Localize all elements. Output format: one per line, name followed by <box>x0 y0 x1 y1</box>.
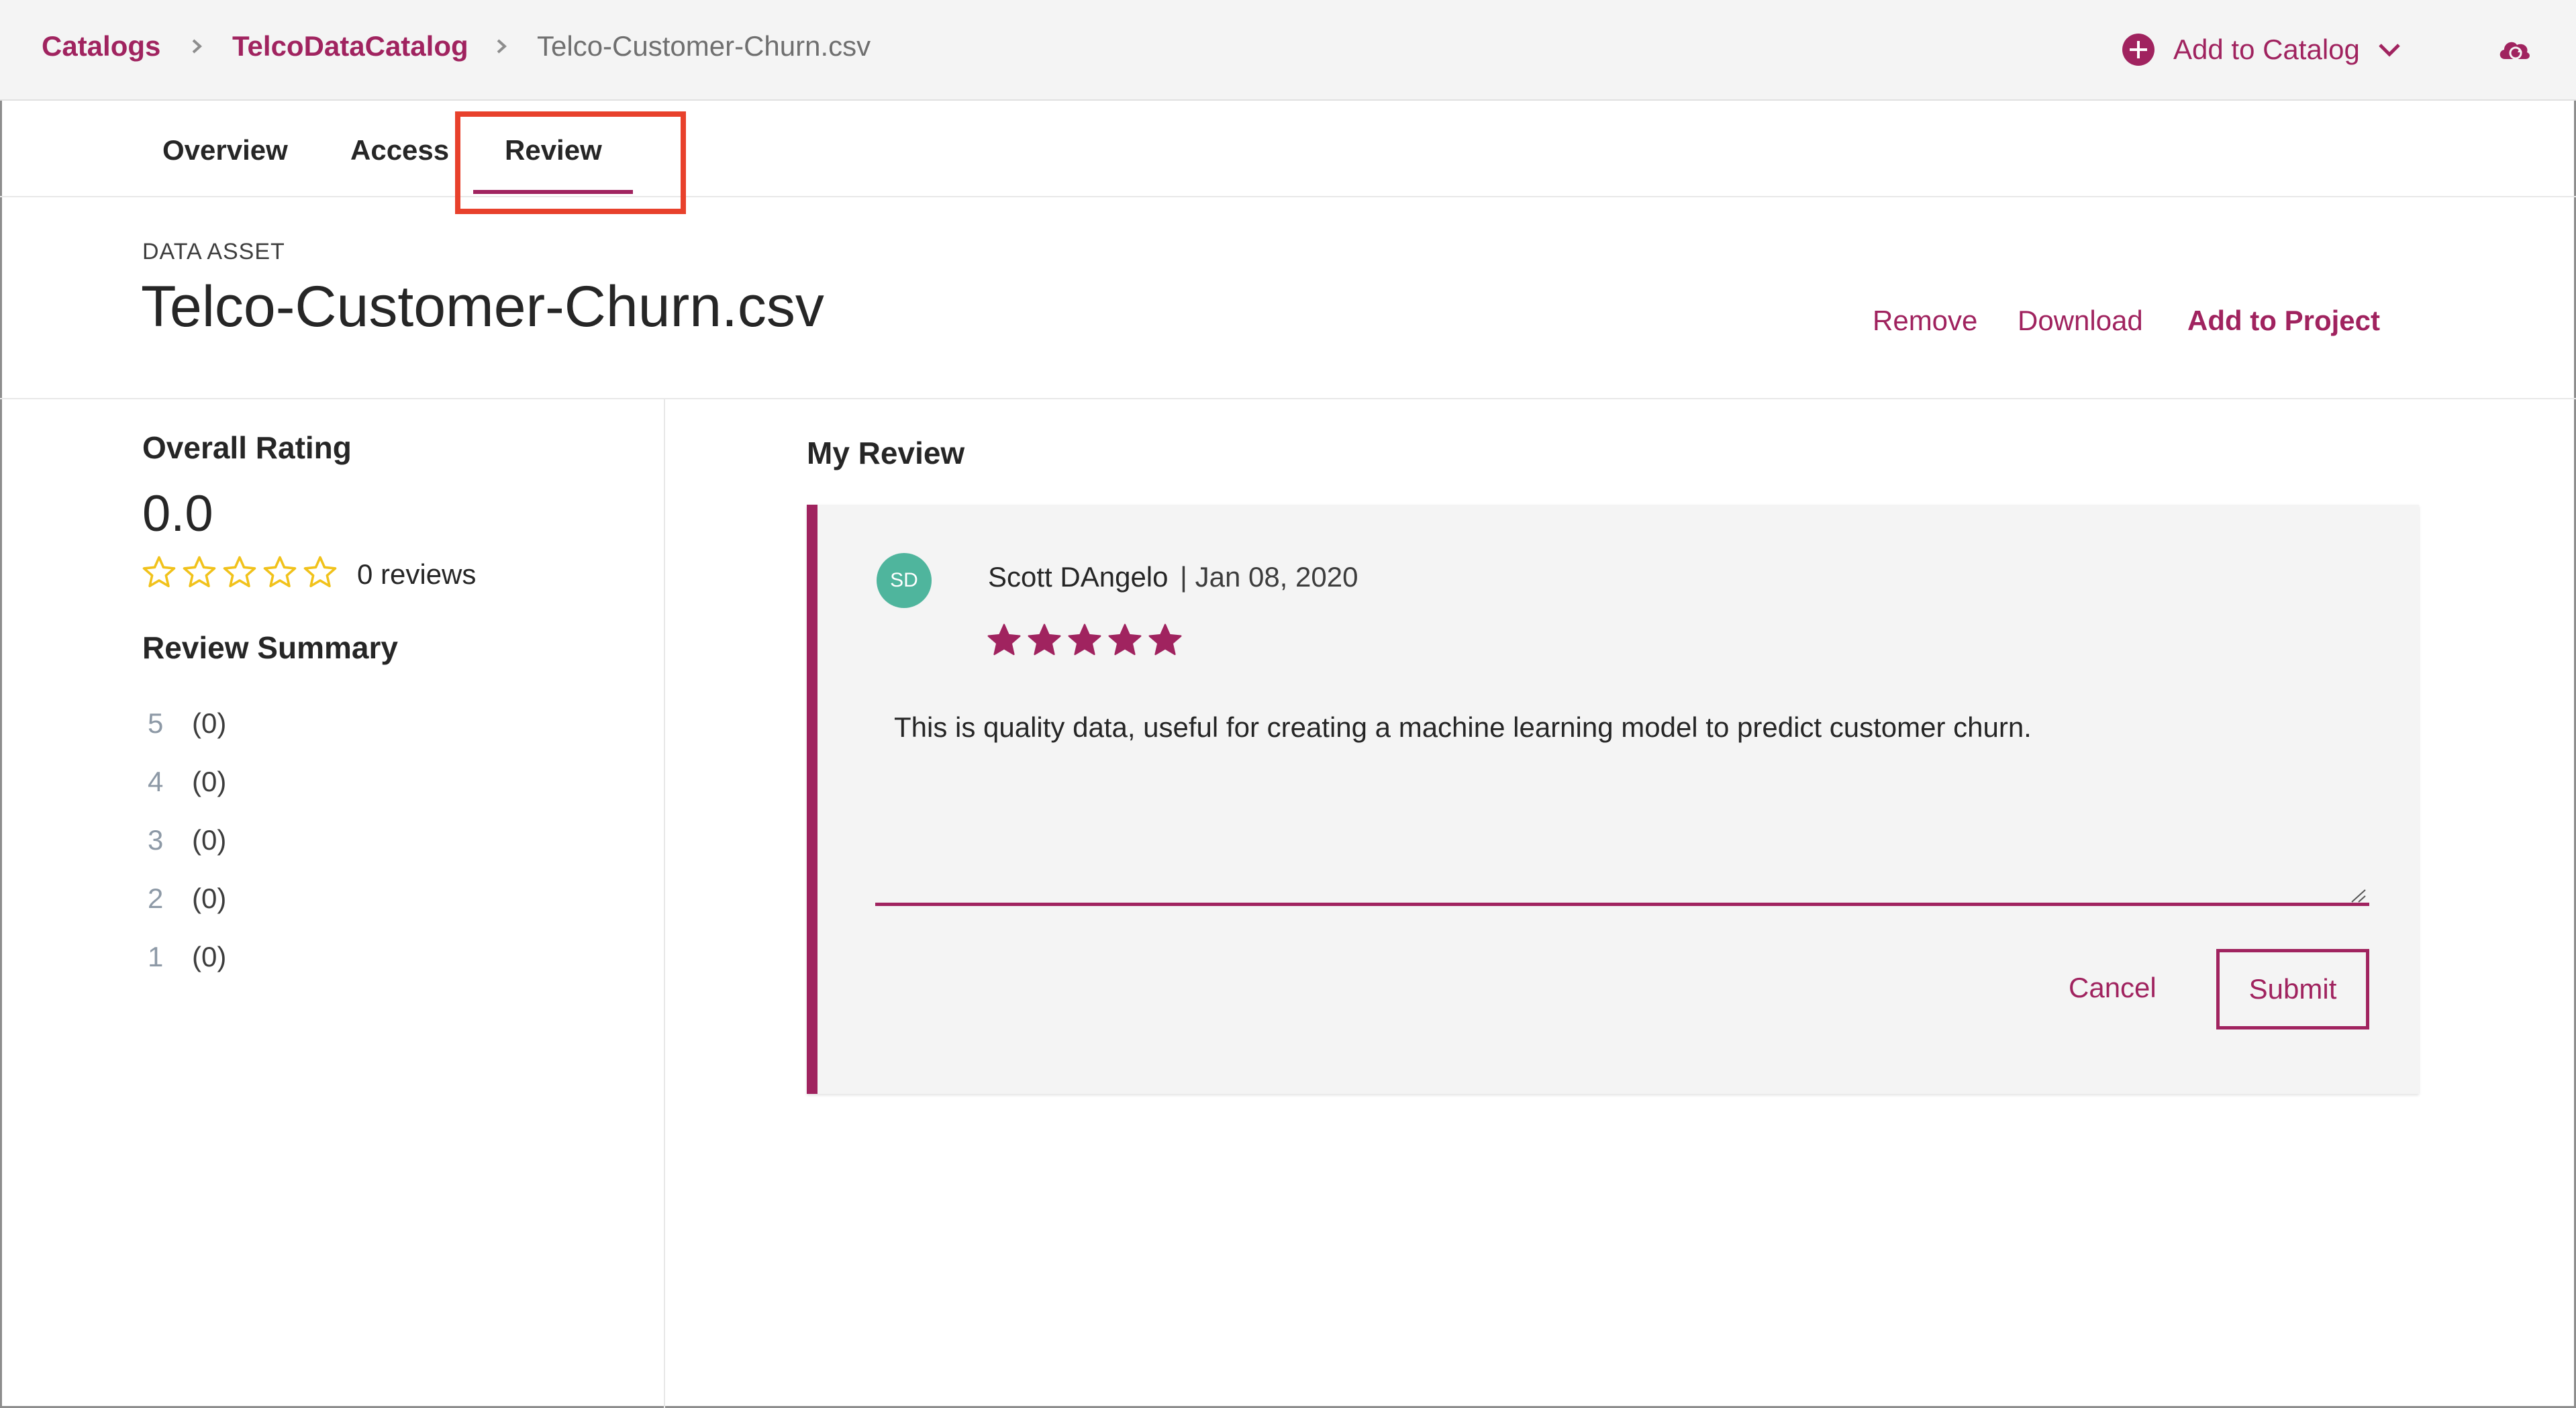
asset-title: Telco-Customer-Churn.csv <box>141 274 824 339</box>
overall-rating-title: Overall Rating <box>142 430 352 465</box>
breadcrumb-telco-data-catalog[interactable]: TelcoDataCatalog <box>232 30 468 63</box>
chevron-right-icon <box>192 39 202 54</box>
download-button[interactable]: Download <box>2018 305 2143 337</box>
chevron-down-icon <box>2379 44 2400 57</box>
header-divider <box>0 398 2576 399</box>
add-to-catalog-label: Add to Catalog <box>2173 34 2360 65</box>
summary-count: (0) <box>192 707 227 739</box>
my-review-star-rating[interactable] <box>985 621 1187 659</box>
review-textarea-underline <box>875 903 2369 906</box>
summary-stars: 5 <box>148 707 164 739</box>
add-to-project-button[interactable]: Add to Project <box>2187 305 2380 337</box>
summary-row: 3 (0) <box>148 824 226 856</box>
top-bar: Catalogs TelcoDataCatalog Telco-Customer… <box>0 0 2576 101</box>
overall-rating-stars <box>141 554 342 591</box>
avatar: SD <box>877 553 932 608</box>
summary-stars: 2 <box>148 883 164 914</box>
star-filled-icon[interactable] <box>1146 621 1184 659</box>
summary-row: 4 (0) <box>148 766 226 798</box>
star-outline-icon <box>263 556 297 588</box>
star-outline-icon <box>223 556 256 588</box>
review-date: | Jan 08, 2020 <box>1180 561 1358 593</box>
remove-button[interactable]: Remove <box>1873 305 1977 337</box>
summary-stars: 1 <box>148 941 164 972</box>
resize-handle-icon[interactable] <box>2348 887 2367 903</box>
breadcrumb-catalogs[interactable]: Catalogs <box>42 30 160 63</box>
cloud-sync-icon[interactable] <box>2495 32 2533 70</box>
tab-access[interactable]: Access <box>350 134 449 166</box>
star-filled-icon[interactable] <box>985 621 1023 659</box>
tab-overview[interactable]: Overview <box>162 134 288 166</box>
overall-rating-value: 0.0 <box>142 485 213 542</box>
review-card-accent <box>807 505 818 1094</box>
summary-stars: 3 <box>148 824 164 856</box>
review-count: 0 reviews <box>357 558 477 590</box>
review-summary-title: Review Summary <box>142 630 398 665</box>
asset-type-label: DATA ASSET <box>142 239 285 264</box>
panel-divider <box>664 399 665 1408</box>
reviewer-name: Scott DAngelo <box>988 561 1169 593</box>
add-to-catalog-button[interactable]: Add to Catalog <box>2121 31 2403 68</box>
star-filled-icon[interactable] <box>1026 621 1063 659</box>
my-review-title: My Review <box>807 436 965 470</box>
plus-circle-icon <box>2122 34 2154 66</box>
summary-stars: 4 <box>148 766 164 797</box>
review-tab-highlight <box>455 111 686 214</box>
chevron-right-icon <box>497 39 507 54</box>
star-outline-icon <box>142 556 176 588</box>
star-outline-icon <box>183 556 216 588</box>
summary-count: (0) <box>192 941 227 972</box>
breadcrumb-current: Telco-Customer-Churn.csv <box>537 30 871 62</box>
star-filled-icon[interactable] <box>1066 621 1103 659</box>
submit-button[interactable]: Submit <box>2216 949 2369 1029</box>
review-textarea[interactable]: This is quality data, useful for creatin… <box>894 711 2371 744</box>
cancel-button[interactable]: Cancel <box>2069 972 2157 1004</box>
star-filled-icon[interactable] <box>1106 621 1144 659</box>
summary-row: 1 (0) <box>148 941 226 973</box>
summary-row: 2 (0) <box>148 883 226 915</box>
star-outline-icon <box>303 556 337 588</box>
tab-bar: Overview Access Review <box>0 102 2576 197</box>
summary-count: (0) <box>192 824 227 856</box>
summary-row: 5 (0) <box>148 707 226 740</box>
summary-count: (0) <box>192 883 227 914</box>
summary-count: (0) <box>192 766 227 797</box>
